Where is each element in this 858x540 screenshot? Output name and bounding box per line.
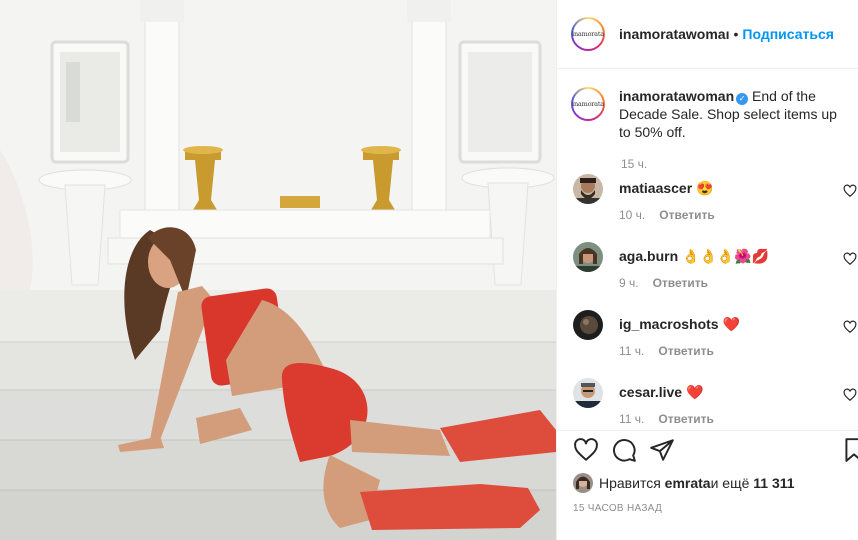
likes-user[interactable]: emrata bbox=[665, 475, 711, 491]
comment-like-heart-icon[interactable] bbox=[843, 252, 857, 266]
likes-count[interactable]: 11 311 bbox=[753, 475, 794, 491]
comment-username[interactable]: ig_macroshots bbox=[619, 316, 719, 332]
liker-avatar-icon bbox=[573, 473, 593, 493]
likes-summary: Нравится emrata и ещё 11 311 bbox=[573, 473, 795, 493]
comment-item: cesar.live ❤️ 11 ч. Ответить bbox=[571, 378, 857, 438]
comment-username[interactable]: aga.burn bbox=[619, 248, 678, 264]
comment-line: cesar.live ❤️ bbox=[619, 384, 703, 401]
comment-time[interactable]: 11 ч. bbox=[619, 344, 644, 358]
heart-icon[interactable] bbox=[573, 437, 599, 463]
liker-avatar[interactable] bbox=[573, 473, 593, 493]
likes-prefix: Нравится bbox=[599, 475, 661, 491]
comment-icon[interactable] bbox=[611, 437, 637, 463]
comment-meta: 9 ч. Ответить bbox=[619, 276, 708, 290]
action-icon-row bbox=[571, 437, 858, 467]
comment-avatar[interactable] bbox=[573, 242, 603, 272]
post-actions: Нравится emrata и ещё 11 311 15 ЧАСОВ НА… bbox=[557, 430, 858, 540]
bearded-man-avatar-icon bbox=[573, 174, 603, 204]
caption-text-block: inamoratawoman ✓ End of the Decade Sale. … bbox=[619, 87, 841, 141]
comment-avatar[interactable] bbox=[573, 174, 603, 204]
comment-avatar[interactable] bbox=[573, 310, 603, 340]
comment-meta: 10 ч. Ответить bbox=[619, 208, 715, 222]
comment-item: ig_macroshots ❤️ 11 ч. Ответить bbox=[571, 310, 857, 370]
comment-text: 😍 bbox=[692, 180, 714, 196]
comment-avatar[interactable] bbox=[573, 378, 603, 408]
comment-like-heart-icon[interactable] bbox=[843, 184, 857, 198]
post-side-panel: inamorata inamoratawomaı • Подписаться i… bbox=[556, 0, 858, 540]
follow-button[interactable]: Подписаться bbox=[742, 26, 834, 42]
header-username[interactable]: inamoratawomaı bbox=[619, 26, 729, 42]
comment-item: matiaascer 😍 10 ч. Ответить bbox=[571, 174, 857, 234]
woman-avatar-icon bbox=[573, 242, 603, 272]
comment-text: ❤️ bbox=[682, 384, 704, 400]
share-icon[interactable] bbox=[649, 437, 675, 463]
verified-badge-icon: ✓ bbox=[736, 93, 749, 105]
reply-button[interactable]: Ответить bbox=[653, 276, 708, 290]
reply-button[interactable]: Ответить bbox=[658, 412, 713, 426]
reply-button[interactable]: Ответить bbox=[659, 208, 714, 222]
likes-middle: и ещё bbox=[710, 475, 750, 491]
avatar-logo-text: inamorata bbox=[572, 19, 604, 49]
comment-text: ❤️ bbox=[718, 316, 740, 332]
comment-line: ig_macroshots ❤️ bbox=[619, 316, 740, 333]
caption-avatar[interactable]: inamorata bbox=[571, 87, 605, 121]
comment-like-heart-icon[interactable] bbox=[843, 320, 857, 334]
photo-scene bbox=[0, 0, 556, 540]
account-avatar[interactable]: inamorata bbox=[571, 17, 605, 51]
comment-username[interactable]: cesar.live bbox=[619, 384, 682, 400]
post-caption: inamorata inamoratawoman ✓ End of the Dec… bbox=[557, 69, 858, 141]
comment-username[interactable]: matiaascer bbox=[619, 180, 692, 196]
caption-username[interactable]: inamoratawoman bbox=[619, 88, 734, 104]
comment-meta: 11 ч. Ответить bbox=[619, 344, 714, 358]
comment-time[interactable]: 9 ч. bbox=[619, 276, 639, 290]
caption-avatar-text: inamorata bbox=[572, 89, 604, 119]
posted-time[interactable]: 15 ЧАСОВ НАЗАД bbox=[573, 503, 662, 514]
reply-button[interactable]: Ответить bbox=[658, 344, 713, 358]
caption-time: 15 ч. bbox=[621, 157, 648, 171]
header-separator: • bbox=[733, 26, 739, 42]
post-header: inamorata inamoratawomaı • Подписаться bbox=[557, 0, 858, 69]
comment-line: matiaascer 😍 bbox=[619, 180, 714, 197]
dark-avatar-icon bbox=[573, 310, 603, 340]
bookmark-icon[interactable] bbox=[841, 437, 858, 463]
comment-meta: 11 ч. Ответить bbox=[619, 412, 714, 426]
comment-time[interactable]: 10 ч. bbox=[619, 208, 645, 222]
comment-line: aga.burn 👌👌👌🌺💋 bbox=[619, 248, 769, 265]
comment-time[interactable]: 11 ч. bbox=[619, 412, 644, 426]
comment-item: aga.burn 👌👌👌🌺💋 9 ч. Ответить bbox=[571, 242, 857, 302]
post-photo[interactable] bbox=[0, 0, 556, 540]
comment-like-heart-icon[interactable] bbox=[843, 388, 857, 402]
man-avatar-icon bbox=[573, 378, 603, 408]
comment-text: 👌👌👌🌺💋 bbox=[678, 248, 770, 264]
